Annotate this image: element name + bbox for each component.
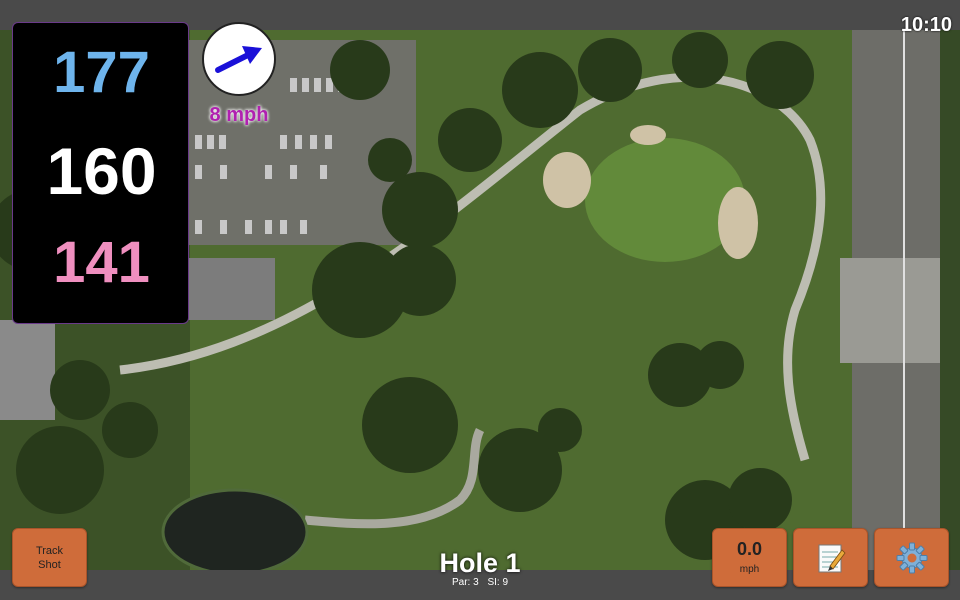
distance-front-of-green: 141 [53, 230, 150, 295]
settings-button[interactable] [874, 528, 949, 587]
hole-title: Hole 1 [439, 548, 521, 578]
distance-panel: 177 160 141 [12, 22, 189, 324]
bunker [718, 187, 758, 259]
clubhouse-roof [180, 258, 275, 320]
bunker [543, 152, 591, 208]
putting-green [585, 138, 745, 262]
hole-meta: Par: 3 SI: 9 [380, 577, 580, 588]
scorecard-notes-button[interactable] [793, 528, 868, 587]
track-shot-button[interactable]: Track Shot [12, 528, 87, 587]
crosswalk [840, 258, 940, 363]
stroke-index-label: SI: 9 [487, 577, 509, 588]
track-shot-label-line1: Track [35, 544, 64, 557]
pond [161, 488, 309, 570]
golf-gps-app: 10:10 177 160 141 8 mph Track Shot Hole … [0, 0, 960, 600]
track-shot-label-line2: Shot [38, 558, 61, 571]
bunker [630, 125, 666, 145]
gear-icon [896, 542, 927, 573]
wind-arrow-icon [215, 46, 262, 73]
speed-unit: mph [739, 563, 760, 575]
building-roof [0, 320, 55, 420]
distance-middle-of-green: 160 [46, 134, 157, 208]
wind-direction-dial [202, 22, 276, 96]
speed-button[interactable]: 0.0 mph [712, 528, 787, 587]
clock: 10:10 [900, 14, 952, 36]
wind-speed-label: 8 mph [209, 104, 269, 126]
distance-back-of-green: 177 [53, 40, 150, 105]
speed-value: 0.0 [736, 538, 763, 559]
par-label: Par: 3 [451, 577, 479, 588]
right-trees [940, 30, 960, 570]
notepad-icon [818, 544, 846, 572]
